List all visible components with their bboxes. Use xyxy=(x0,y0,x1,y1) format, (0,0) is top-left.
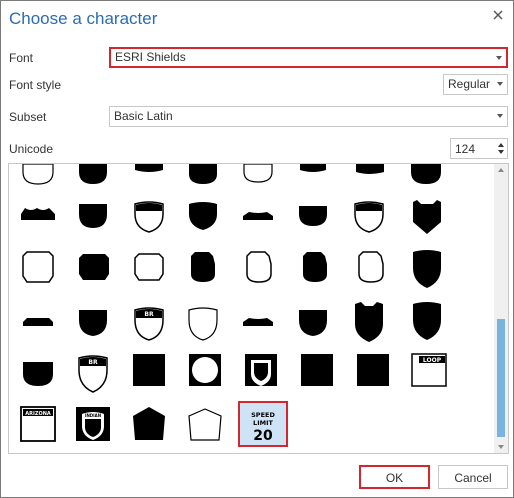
glyph-cell[interactable] xyxy=(133,354,165,386)
glyph-cell[interactable] xyxy=(79,204,107,228)
font-label: Font xyxy=(9,51,34,65)
glyph-cell[interactable] xyxy=(245,354,277,386)
subset-select[interactable]: Basic Latin xyxy=(109,106,508,127)
font-select[interactable]: ESRI Shields xyxy=(109,47,508,68)
chevron-down-icon xyxy=(496,56,502,60)
glyph-cell[interactable] xyxy=(191,252,215,282)
glyph-cell[interactable] xyxy=(303,252,327,282)
glyph-cell[interactable] xyxy=(301,354,333,386)
glyph-cell[interactable] xyxy=(135,164,163,172)
glyph-cell[interactable] xyxy=(413,250,441,288)
unicode-value: 124 xyxy=(455,142,476,156)
glyph-cell[interactable] xyxy=(189,202,217,230)
scrollbar-thumb[interactable] xyxy=(497,319,505,437)
glyph-cell[interactable] xyxy=(79,254,109,280)
glyph-cell[interactable] xyxy=(189,354,221,386)
font-select-value: ESRI Shields xyxy=(115,50,186,64)
ok-button[interactable]: OK xyxy=(359,465,430,489)
glyph-loop-label: LOOP xyxy=(423,357,442,364)
glyph-cell[interactable]: INDIAN xyxy=(76,407,110,441)
font-style-select[interactable]: Regular xyxy=(443,74,508,95)
character-grid[interactable]: BR BR LOOP ARIZONA INDIAN SPEED LIMIT 20 xyxy=(8,163,509,454)
glyph-cell[interactable] xyxy=(188,307,218,341)
grid-scrollbar[interactable] xyxy=(494,164,508,453)
font-style-select-value: Regular xyxy=(448,77,491,91)
glyph-cell[interactable] xyxy=(22,251,54,283)
glyph-cell[interactable] xyxy=(299,310,327,336)
glyph-cell[interactable] xyxy=(411,164,441,184)
cancel-button[interactable]: Cancel xyxy=(438,465,508,489)
glyph-cell[interactable]: LOOP xyxy=(411,353,447,387)
glyph-cell[interactable] xyxy=(413,200,441,234)
glyph-cell[interactable]: BR xyxy=(78,355,108,393)
subset-select-value: Basic Latin xyxy=(114,109,173,123)
scroll-down-icon[interactable] xyxy=(498,445,504,449)
glyph-cell[interactable] xyxy=(189,164,217,184)
choose-character-dialog: Choose a character Font ESRI Shields Fon… xyxy=(0,0,514,498)
chevron-down-icon xyxy=(497,82,503,86)
glyph-cell[interactable] xyxy=(21,208,55,220)
selected-glyph-cell[interactable]: SPEED LIMIT 20 xyxy=(238,401,288,447)
unicode-stepper[interactable]: 124 xyxy=(450,138,508,159)
glyph-br-label: BR xyxy=(144,311,154,318)
glyph-indian-label: INDIAN xyxy=(85,413,101,418)
scroll-up-icon[interactable] xyxy=(498,168,504,172)
glyph-cell[interactable] xyxy=(79,310,107,336)
glyph-grid-canvas: BR BR LOOP ARIZONA INDIAN SPEED LIMIT 20 xyxy=(20,164,447,447)
font-style-label: Font style xyxy=(9,78,62,92)
subset-label: Subset xyxy=(9,110,47,124)
glyph-cell[interactable]: ARIZONA xyxy=(20,406,56,442)
glyph-cell[interactable] xyxy=(357,354,389,386)
glyph-cell[interactable] xyxy=(134,201,164,233)
speed-limit-line2: LIMIT xyxy=(253,419,273,427)
glyph-cell[interactable] xyxy=(22,164,54,185)
glyph-arizona-label: ARIZONA xyxy=(25,411,51,417)
glyph-cell[interactable] xyxy=(355,302,383,342)
glyph-cell[interactable] xyxy=(23,318,53,326)
glyph-cell[interactable] xyxy=(133,407,165,440)
speed-limit-line3: 20 xyxy=(253,428,273,444)
close-icon[interactable] xyxy=(491,8,505,22)
chevron-down-icon xyxy=(497,114,503,118)
spin-down-icon[interactable] xyxy=(498,150,504,154)
glyph-cell[interactable] xyxy=(246,251,272,283)
glyph-cell[interactable] xyxy=(243,318,273,326)
glyph-cell[interactable] xyxy=(413,302,441,340)
unicode-label: Unicode xyxy=(9,142,54,156)
glyph-cell[interactable] xyxy=(243,164,273,183)
glyph-cell[interactable]: BR xyxy=(134,307,164,341)
glyph-br-label: BR xyxy=(88,359,98,366)
speed-limit-line1: SPEED xyxy=(251,411,275,419)
glyph-cell[interactable] xyxy=(299,206,327,226)
glyph-cell[interactable] xyxy=(134,253,164,281)
glyph-cell[interactable] xyxy=(243,212,273,220)
dialog-title: Choose a character xyxy=(9,9,158,28)
glyph-cell[interactable] xyxy=(354,201,384,233)
glyph-cell[interactable] xyxy=(300,164,326,172)
glyph-cell[interactable] xyxy=(356,164,384,174)
glyph-cell[interactable] xyxy=(188,408,222,441)
glyph-cell[interactable] xyxy=(358,251,384,283)
glyph-cell[interactable] xyxy=(23,362,53,386)
spin-up-icon[interactable] xyxy=(498,143,504,147)
glyph-cell[interactable] xyxy=(79,164,107,184)
